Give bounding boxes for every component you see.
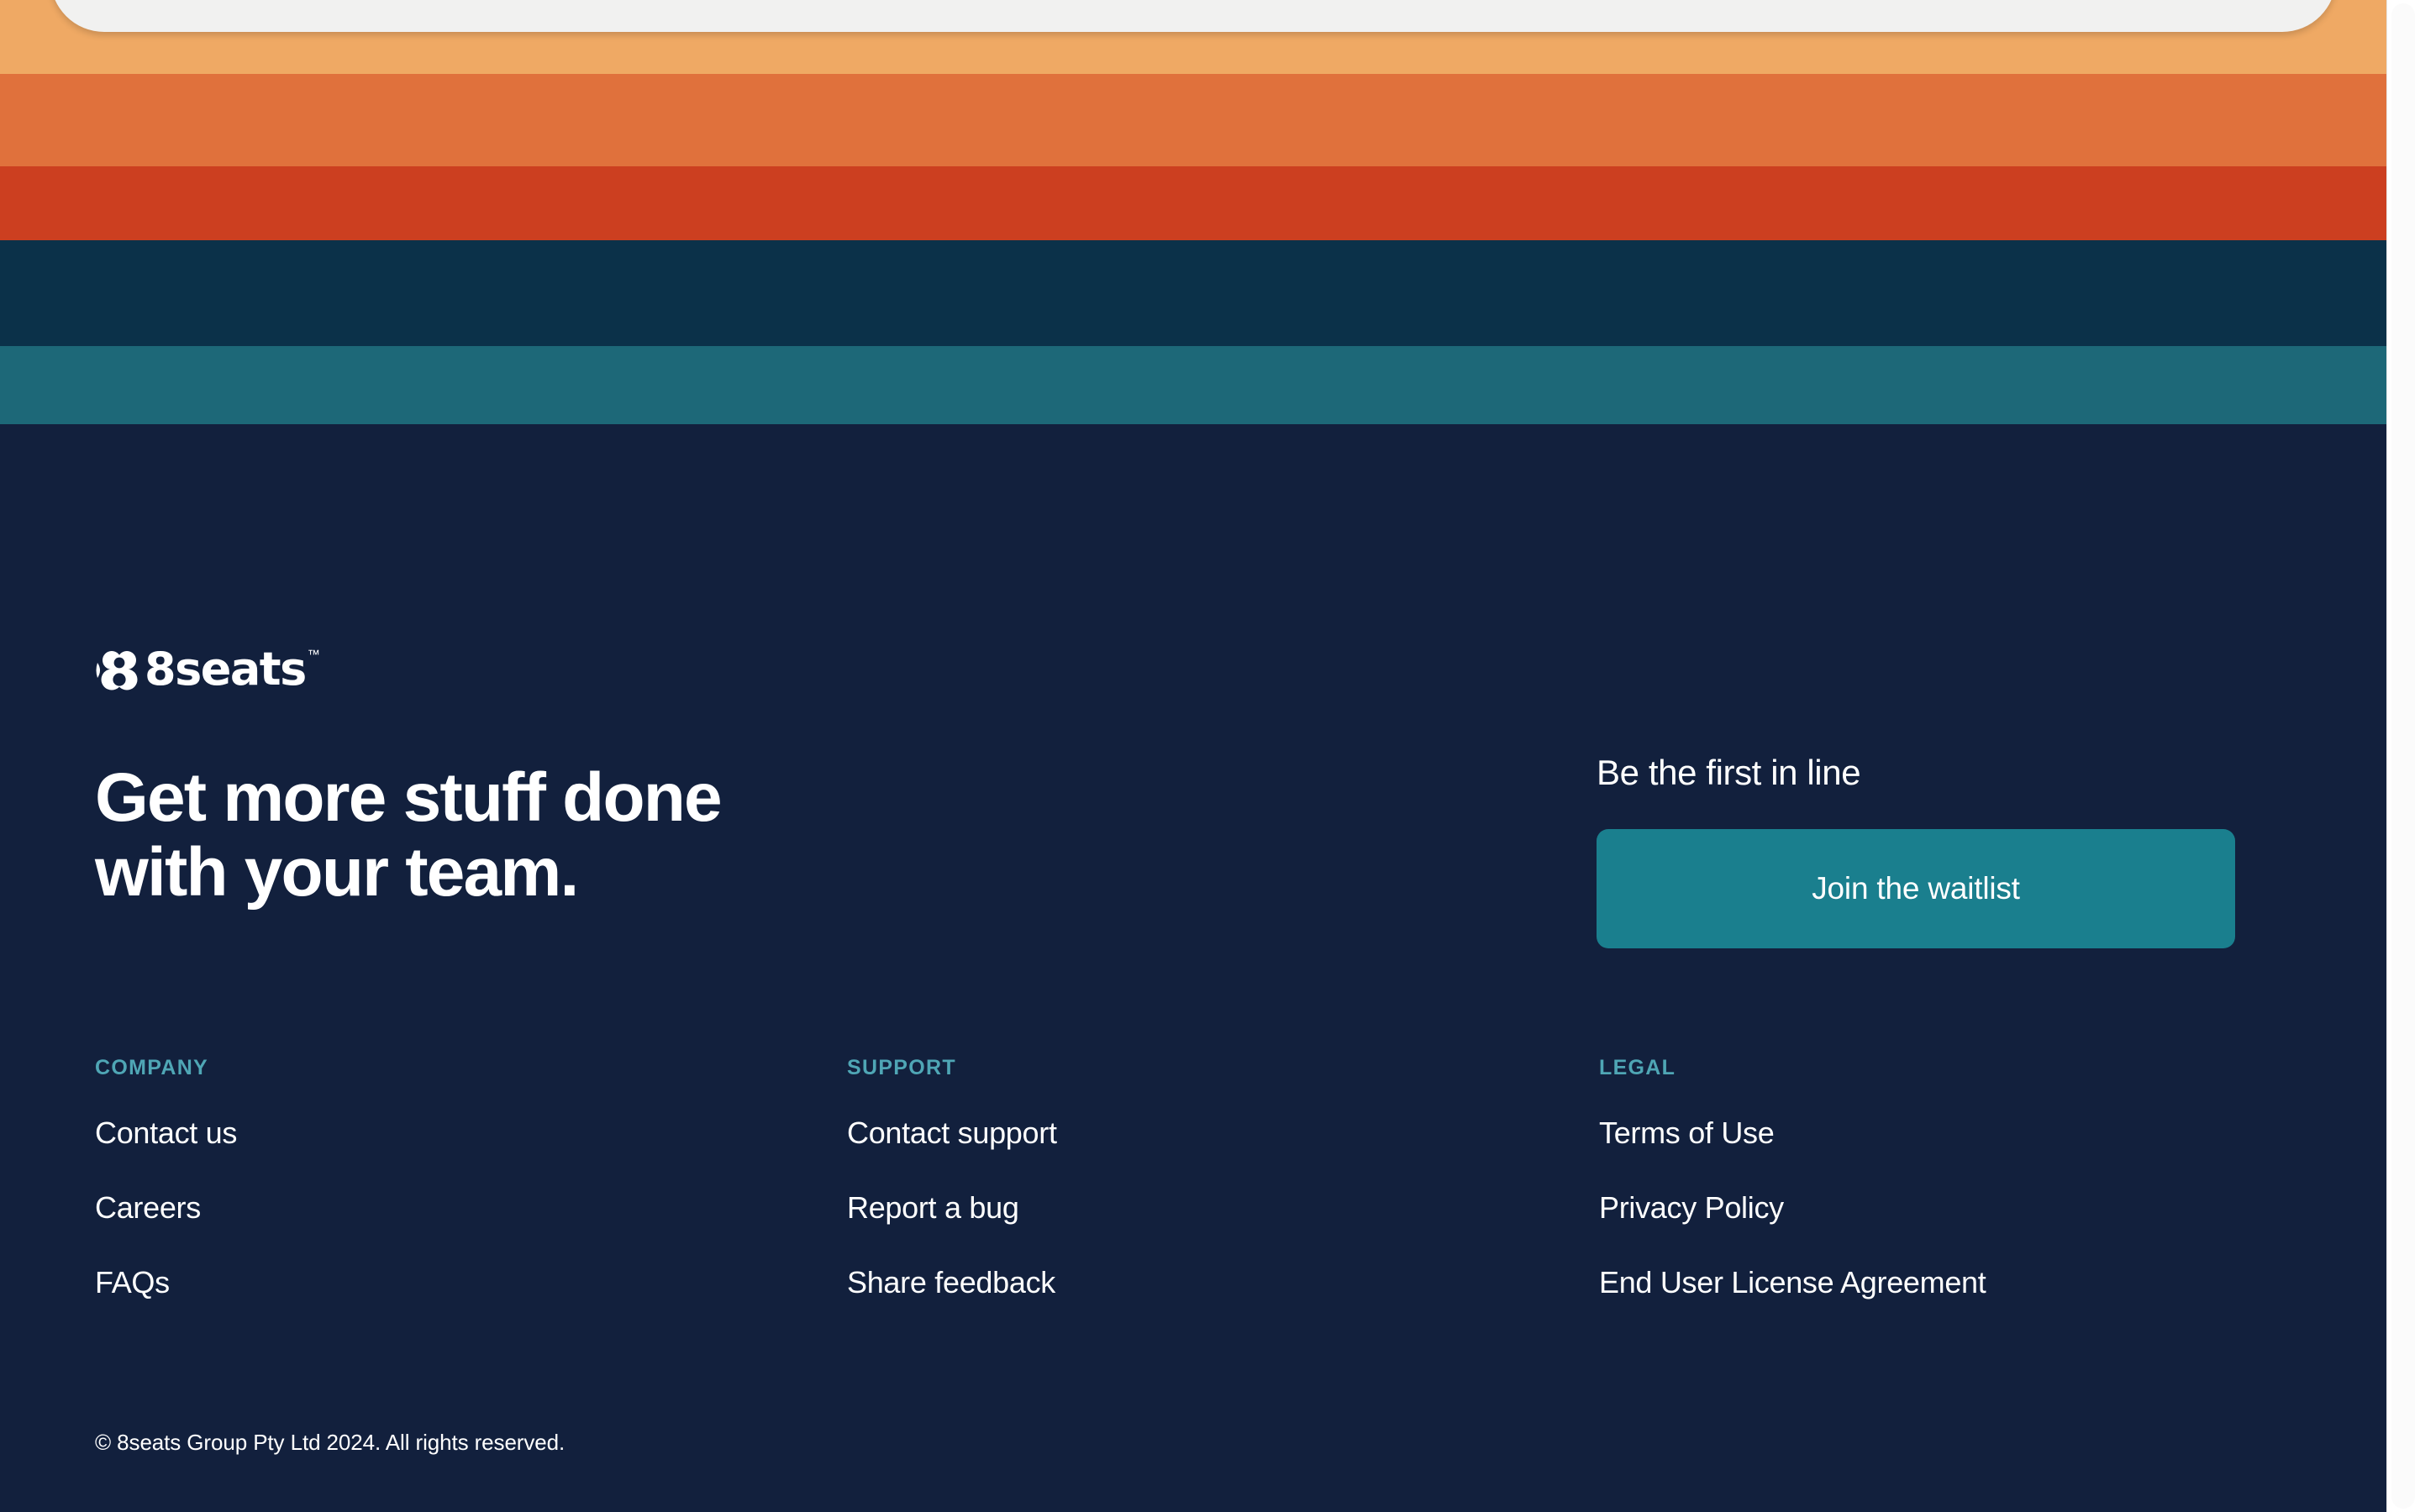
footer-column-legal: LEGAL Terms of Use Privacy Policy End Us…	[1599, 1056, 1986, 1300]
site-footer: 8seats ™ Get more stuff done with your t…	[0, 424, 2386, 1512]
8seats-logo-mark-icon	[95, 647, 144, 698]
page-scrollbar-track[interactable]	[2386, 0, 2420, 1512]
footer-link-careers[interactable]: Careers	[95, 1190, 847, 1226]
footer-link-contact-support[interactable]: Contact support	[847, 1116, 1599, 1151]
footer-link-eula[interactable]: End User License Agreement	[1599, 1265, 1986, 1300]
footer-column-support: SUPPORT Contact support Report a bug Sha…	[847, 1056, 1599, 1300]
footer-link-terms-of-use[interactable]: Terms of Use	[1599, 1116, 1986, 1151]
stripe-navy	[0, 240, 2386, 346]
waitlist-cta-block: Be the first in line Join the waitlist	[1597, 752, 2235, 949]
footer-link-contact-us[interactable]: Contact us	[95, 1116, 847, 1151]
decorative-stripe-band	[0, 0, 2386, 424]
stripe-orange	[0, 74, 2386, 166]
footer-link-columns: COMPANY Contact us Careers FAQs SUPPORT …	[95, 1056, 2246, 1300]
stripe-red	[0, 166, 2386, 240]
page-scrollbar-thumb[interactable]	[2391, 3, 2415, 1509]
logo-wordmark: 8seats	[145, 643, 307, 696]
footer-logo[interactable]: 8seats ™	[95, 647, 320, 698]
column-heading-support: SUPPORT	[847, 1056, 956, 1079]
footer-link-report-a-bug[interactable]: Report a bug	[847, 1190, 1599, 1226]
footer-headline: Get more stuff done with your team.	[95, 759, 723, 911]
footer-link-share-feedback[interactable]: Share feedback	[847, 1265, 1599, 1300]
copyright-text: © 8seats Group Pty Ltd 2024. All rights …	[95, 1430, 566, 1455]
column-heading-legal: LEGAL	[1599, 1056, 1676, 1079]
join-waitlist-button[interactable]: Join the waitlist	[1597, 829, 2235, 949]
footer-link-privacy-policy[interactable]: Privacy Policy	[1599, 1190, 1986, 1226]
cta-title: Be the first in line	[1597, 753, 1861, 792]
logo-trademark-symbol: ™	[307, 648, 320, 662]
page-root: 8seats ™ Get more stuff done with your t…	[0, 0, 2420, 1512]
column-heading-company: COMPANY	[95, 1056, 209, 1079]
content-panel-bottom-edge	[50, 0, 2336, 32]
stripe-teal-dark	[0, 346, 2386, 424]
footer-column-company: COMPANY Contact us Careers FAQs	[95, 1056, 847, 1300]
footer-link-faqs[interactable]: FAQs	[95, 1265, 847, 1300]
